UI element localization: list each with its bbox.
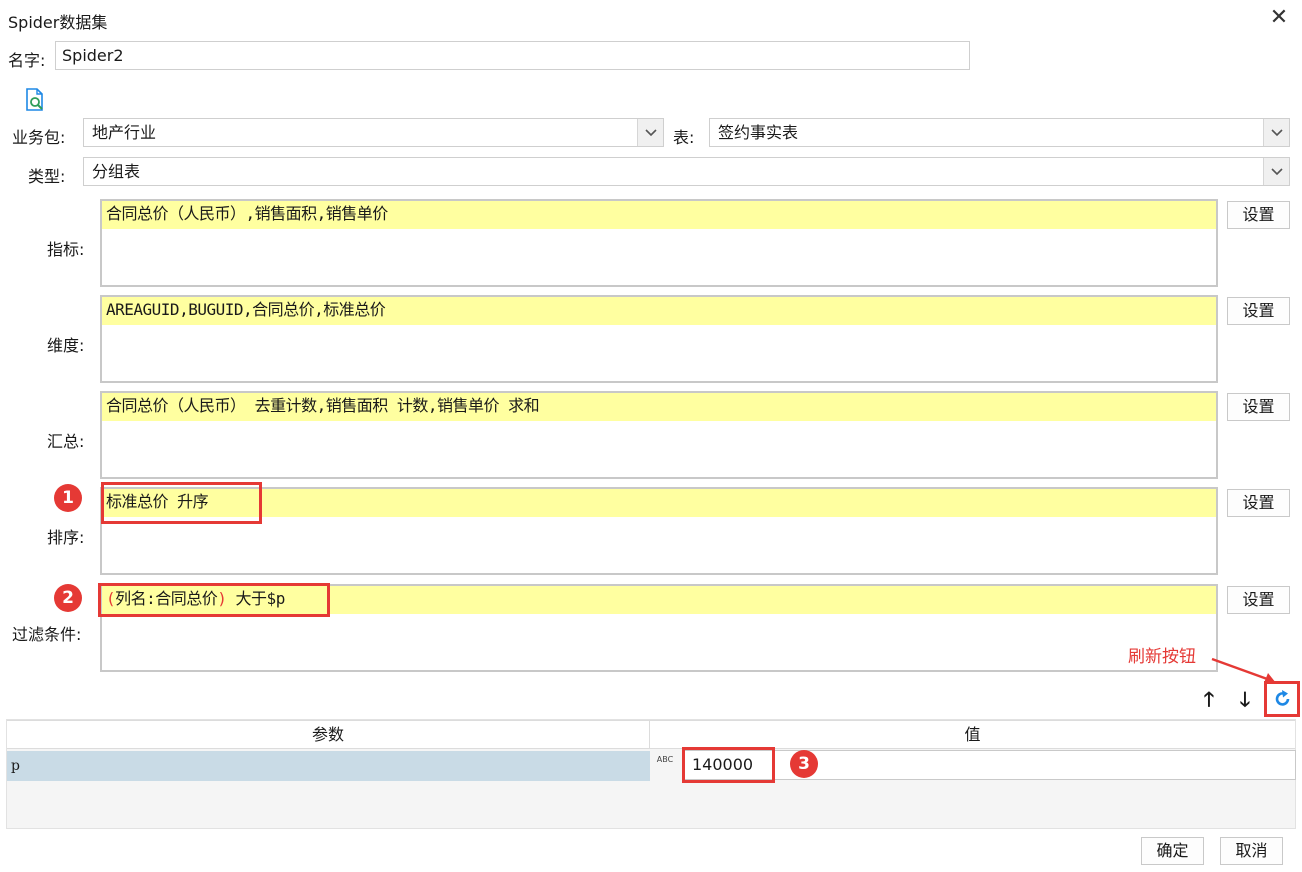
summary-content: 合同总价（人民币） 去重计数,销售面积 计数,销售单价 求和 xyxy=(102,393,1216,421)
dimensions-settings-button[interactable]: 设置 xyxy=(1227,297,1290,325)
name-field[interactable]: Spider2 xyxy=(55,41,970,70)
window-title: Spider数据集 xyxy=(8,13,108,32)
refresh-button[interactable] xyxy=(1264,681,1300,717)
name-label: 名字: xyxy=(8,51,46,70)
measures-settings-button[interactable]: 设置 xyxy=(1227,201,1290,229)
chevron-down-icon[interactable] xyxy=(637,119,663,146)
summary-area[interactable]: 合同总价（人民币） 去重计数,销售面积 计数,销售单价 求和 xyxy=(100,391,1218,479)
summary-label: 汇总: xyxy=(47,432,85,451)
filter-label: 过滤条件: xyxy=(12,625,82,644)
dimensions-area[interactable]: AREAGUID,BUGUID,合同总价,标准总价 xyxy=(100,295,1218,383)
sort-area[interactable]: 标准总价 升序 xyxy=(100,487,1218,575)
params-header: 参数 值 xyxy=(7,720,1295,749)
param-column-header: 参数 xyxy=(7,721,650,749)
summary-settings-button[interactable]: 设置 xyxy=(1227,393,1290,421)
type-select[interactable]: 分组表 xyxy=(83,157,1290,186)
chevron-down-icon[interactable] xyxy=(1263,158,1289,185)
type-switch-icon-text: ABC xyxy=(656,755,674,764)
close-icon[interactable]: ✕ xyxy=(1267,6,1291,30)
arrow-down-icon[interactable]: 🡓 xyxy=(1234,688,1256,712)
annotation-badge-2: 2 xyxy=(54,584,82,612)
annotation-box-3 xyxy=(682,747,775,783)
measures-content: 合同总价（人民币）,销售面积,销售单价 xyxy=(102,201,1216,229)
table-select[interactable]: 签约事实表 xyxy=(709,118,1290,147)
annotation-badge-1: 1 xyxy=(54,484,82,512)
type-value: 分组表 xyxy=(92,162,141,181)
refresh-annotation-label: 刷新按钮 xyxy=(1128,647,1196,667)
table-label: 表: xyxy=(673,128,695,147)
annotation-box-2 xyxy=(98,583,330,617)
sort-settings-button[interactable]: 设置 xyxy=(1227,489,1290,517)
cancel-button[interactable]: 取消 xyxy=(1220,837,1283,865)
sort-label: 排序: xyxy=(47,528,85,547)
business-pack-label: 业务包: xyxy=(12,128,66,147)
value-column-header: 值 xyxy=(964,725,981,744)
refresh-icon xyxy=(1275,690,1290,706)
type-label: 类型: xyxy=(28,167,66,186)
business-pack-select[interactable]: 地产行业 xyxy=(83,118,664,147)
dimensions-label: 维度: xyxy=(47,336,85,355)
chevron-down-icon[interactable] xyxy=(1263,119,1289,146)
arrow-up-icon[interactable]: 🡑 xyxy=(1198,688,1220,712)
table-value: 签约事实表 xyxy=(718,123,799,142)
measures-area[interactable]: 合同总价（人民币）,销售面积,销售单价 xyxy=(100,199,1218,287)
ok-button[interactable]: 确定 xyxy=(1141,837,1204,865)
param-name-cell[interactable]: p xyxy=(7,751,650,781)
annotation-box-1 xyxy=(101,482,262,524)
type-switch-icon[interactable]: ABC xyxy=(652,750,678,780)
business-pack-value: 地产行业 xyxy=(92,123,157,142)
annotation-badge-3: 3 xyxy=(790,750,818,778)
params-grid: 参数 值 p ABC 140000 xyxy=(6,719,1296,829)
sort-content: 标准总价 升序 xyxy=(102,489,1216,517)
filter-settings-button[interactable]: 设置 xyxy=(1227,586,1290,614)
dimensions-content: AREAGUID,BUGUID,合同总价,标准总价 xyxy=(102,297,1216,325)
document-search-icon[interactable] xyxy=(24,88,46,112)
measures-label: 指标: xyxy=(47,240,85,259)
